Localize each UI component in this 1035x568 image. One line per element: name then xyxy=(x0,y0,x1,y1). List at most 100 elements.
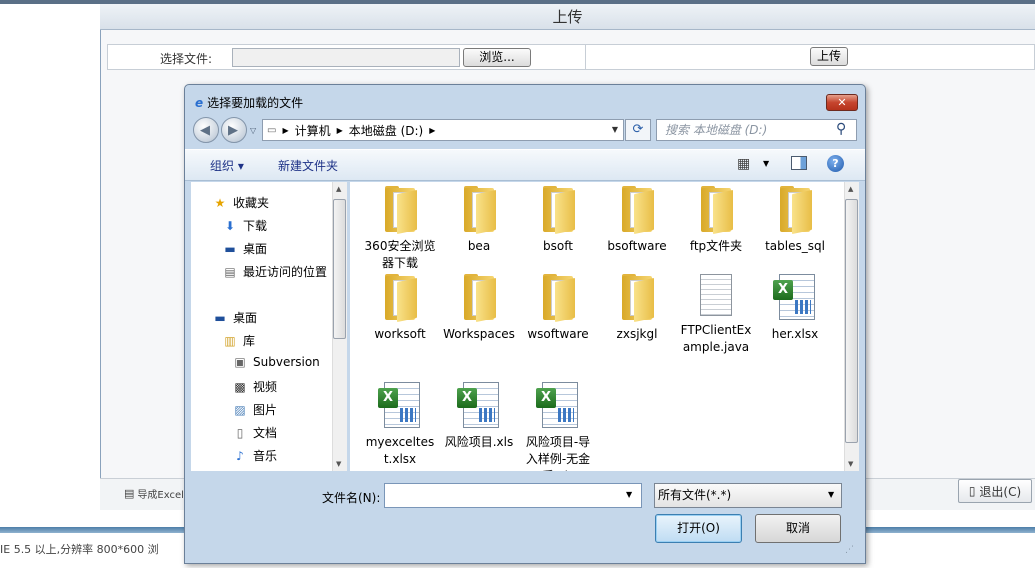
help-icon[interactable]: ? xyxy=(827,155,844,172)
nav-pictures[interactable]: ▨ 图片 xyxy=(232,401,277,418)
nav-label: 文档 xyxy=(253,426,278,440)
resize-grip-icon[interactable]: ⋰ xyxy=(845,545,854,555)
file-item[interactable]: bea xyxy=(441,186,517,255)
scroll-down-icon[interactable]: ▼ xyxy=(336,460,341,468)
desktop-icon: ▬ xyxy=(214,310,226,325)
excel-file-icon: X xyxy=(378,382,422,428)
nav-recent[interactable]: ▤ 最近访问的位置 xyxy=(222,263,327,280)
file-name: 风险项目.xls xyxy=(444,435,514,449)
view-dropdown-icon[interactable]: ▼ xyxy=(763,159,769,168)
breadcrumb-sep-icon: ▶ xyxy=(336,125,343,135)
filename-dropdown-icon[interactable]: ▼ xyxy=(626,490,632,499)
file-item[interactable]: tables_sql xyxy=(757,186,833,255)
nav-music[interactable]: ♪ 音乐 xyxy=(232,447,277,464)
file-name: Workspaces xyxy=(443,327,515,341)
folder-icon xyxy=(776,186,814,235)
nav-desktop[interactable]: ▬ 桌面 xyxy=(212,309,257,326)
nav-label: Subversion xyxy=(253,355,320,369)
file-item[interactable]: 360安全浏览器下载 xyxy=(362,186,438,272)
dialog-title: 选择要加载的文件 xyxy=(207,96,304,110)
nav-label: 桌面 xyxy=(243,242,268,256)
excel-file-icon: X xyxy=(457,382,501,428)
nav-desktop-favorite[interactable]: ▬ 桌面 xyxy=(222,240,267,257)
ie-icon: e xyxy=(195,95,204,110)
nav-subversion[interactable]: ▣ Subversion xyxy=(232,355,320,369)
file-item[interactable]: bsoft xyxy=(520,186,596,255)
search-input[interactable]: 搜索 本地磁盘 (D:) xyxy=(656,119,857,141)
upload-button[interactable]: 上传 xyxy=(810,47,848,66)
file-name: bsoftware xyxy=(607,239,667,253)
cancel-button[interactable]: 取消 xyxy=(755,514,841,543)
row-divider xyxy=(585,44,586,70)
nav-scroll-thumb[interactable] xyxy=(333,199,346,339)
file-item[interactable]: Xmyexceltest.xlsx xyxy=(362,382,438,468)
filename-input[interactable] xyxy=(384,483,642,508)
export-excel-button[interactable]: ▤ 导成Excel xyxy=(124,484,184,502)
scroll-up-icon[interactable]: ▲ xyxy=(848,185,853,193)
forward-arrow-icon: ▶ xyxy=(228,123,238,138)
back-button[interactable]: ◀ xyxy=(193,117,219,143)
file-name: 360安全浏览器下载 xyxy=(364,239,436,270)
nav-libraries[interactable]: ▥ 库 xyxy=(222,332,255,349)
file-item[interactable]: ftp文件夹 xyxy=(678,186,754,255)
download-folder-icon: ⬇ xyxy=(224,218,236,233)
open-button[interactable]: 打开(O) xyxy=(655,514,742,543)
organize-menu[interactable]: 组织 ▾ xyxy=(210,157,244,174)
file-item[interactable]: zxsjkgl xyxy=(599,274,675,343)
refresh-button[interactable]: ⟳ xyxy=(625,119,651,141)
star-icon: ★ xyxy=(214,195,226,210)
file-name: bsoft xyxy=(543,239,573,253)
refresh-icon: ⟳ xyxy=(632,122,644,137)
folder-icon xyxy=(539,274,577,323)
music-icon: ♪ xyxy=(236,448,244,463)
file-item[interactable]: Xher.xlsx xyxy=(757,274,833,343)
breadcrumb-computer[interactable]: 计算机 xyxy=(295,122,331,139)
folder-icon xyxy=(618,186,656,235)
file-path-input[interactable] xyxy=(232,48,460,67)
address-bar[interactable]: ▭ ▶ 计算机 ▶ 本地磁盘 (D:) ▶ xyxy=(262,119,624,141)
folder-icon xyxy=(697,186,735,235)
file-item[interactable]: worksoft xyxy=(362,274,438,343)
folder-icon xyxy=(618,274,656,323)
address-dropdown-icon[interactable]: ▼ xyxy=(607,121,623,139)
file-item[interactable]: FTPClientExample.java xyxy=(678,274,754,356)
file-item[interactable]: X 风险项目-导入样例-无金质.xls xyxy=(520,382,596,471)
file-list-scroll-thumb[interactable] xyxy=(845,199,858,443)
scroll-up-icon[interactable]: ▲ xyxy=(336,185,341,193)
file-item[interactable]: Workspaces xyxy=(441,274,517,343)
view-options-icon[interactable]: ▦ xyxy=(737,156,750,172)
exit-button[interactable]: ▯ 退出(C) xyxy=(958,479,1032,503)
nav-label: 下载 xyxy=(243,219,268,233)
file-type-dropdown-icon[interactable]: ▼ xyxy=(828,490,834,499)
back-arrow-icon: ◀ xyxy=(200,123,210,138)
folder-icon xyxy=(460,186,498,235)
nav-label: 桌面 xyxy=(233,311,258,325)
nav-videos[interactable]: ▩ 视频 xyxy=(232,378,277,395)
history-dropdown-icon[interactable]: ▽ xyxy=(250,126,256,135)
document-icon: ▯ xyxy=(236,425,244,440)
nav-favorites[interactable]: ★ 收藏夹 xyxy=(212,194,269,211)
nav-documents[interactable]: ▯ 文档 xyxy=(232,424,277,441)
library-icon: ▥ xyxy=(224,333,236,348)
file-name: her.xlsx xyxy=(771,327,819,341)
breadcrumb-drive[interactable]: 本地磁盘 (D:) xyxy=(349,122,423,139)
file-item[interactable]: wsoftware xyxy=(520,274,596,343)
nav-downloads[interactable]: ⬇ 下载 xyxy=(222,217,267,234)
file-name: tables_sql xyxy=(765,239,825,253)
search-icon[interactable]: ⚲ xyxy=(836,121,846,137)
file-type-select[interactable]: 所有文件(*.*) xyxy=(654,483,842,508)
new-folder-button[interactable]: 新建文件夹 xyxy=(278,157,338,174)
file-name: ftp文件夹 xyxy=(689,239,743,253)
file-item[interactable]: X 风险项目.xls xyxy=(441,382,517,451)
file-item[interactable]: bsoftware xyxy=(599,186,675,255)
scroll-down-icon[interactable]: ▼ xyxy=(848,460,853,468)
file-name: worksoft xyxy=(374,327,426,341)
recent-places-icon: ▤ xyxy=(224,264,236,279)
file-name: wsoftware xyxy=(527,327,589,341)
browse-button[interactable]: 浏览... xyxy=(463,48,531,67)
forward-button[interactable]: ▶ xyxy=(221,117,247,143)
folder-icon xyxy=(539,186,577,235)
picture-icon: ▨ xyxy=(234,402,246,417)
preview-pane-icon[interactable] xyxy=(791,156,807,170)
close-button[interactable]: ✕ xyxy=(826,94,858,111)
